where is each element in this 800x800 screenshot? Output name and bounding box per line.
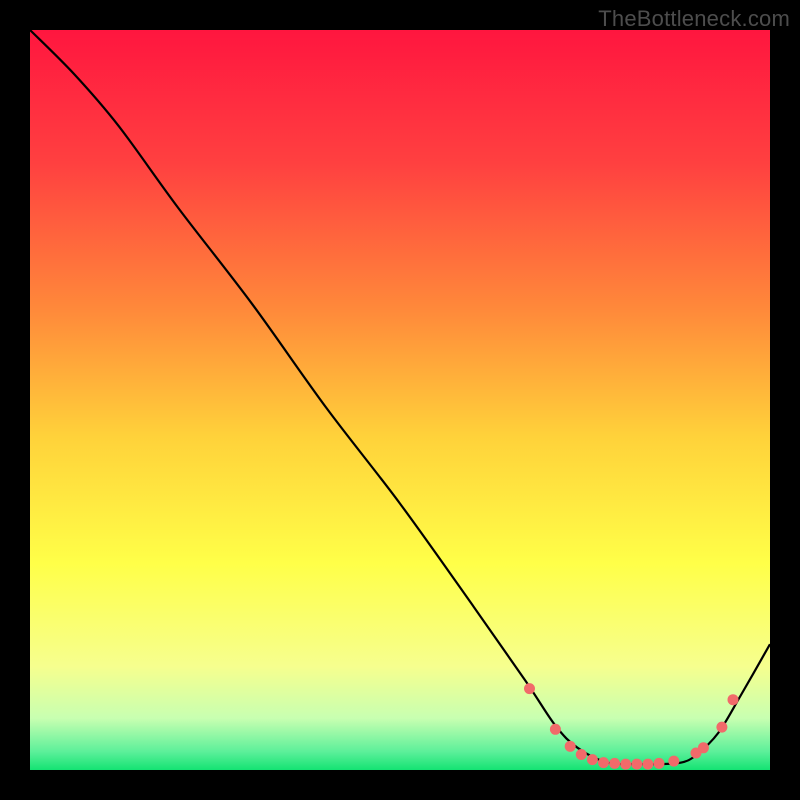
watermark-label: TheBottleneck.com <box>598 6 790 32</box>
highlight-point <box>698 742 709 753</box>
chart-plot <box>30 30 770 770</box>
highlight-point <box>631 759 642 770</box>
chart-frame <box>30 30 770 770</box>
highlight-point <box>609 758 620 769</box>
highlight-point <box>587 754 598 765</box>
highlight-point <box>728 694 739 705</box>
highlight-point <box>654 758 665 769</box>
highlight-point <box>598 757 609 768</box>
highlight-point <box>620 759 631 770</box>
highlight-point <box>716 722 727 733</box>
highlight-point <box>524 683 535 694</box>
highlight-point <box>668 756 679 767</box>
highlight-point <box>550 724 561 735</box>
highlight-point <box>576 749 587 760</box>
gradient-background <box>30 30 770 770</box>
highlight-point <box>642 759 653 770</box>
highlight-point <box>565 741 576 752</box>
